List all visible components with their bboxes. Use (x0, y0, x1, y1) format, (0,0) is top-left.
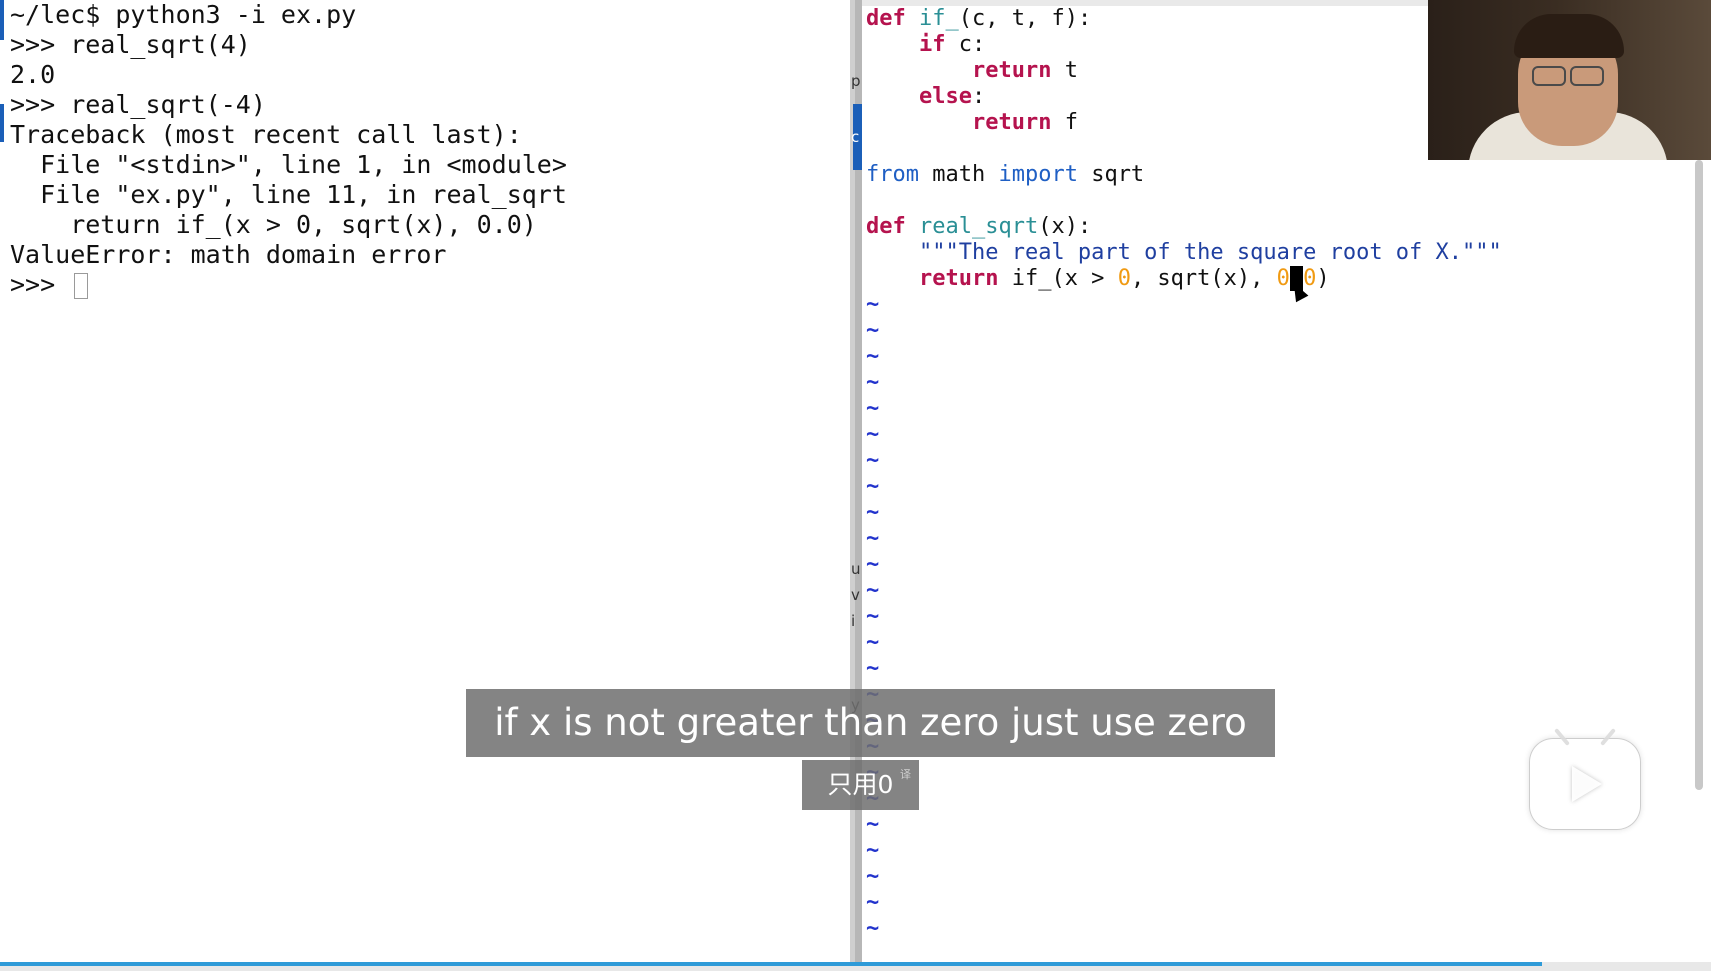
play-button[interactable] (1529, 728, 1641, 830)
glasses-icon (1532, 66, 1566, 86)
webcam-overlay (1428, 0, 1711, 160)
tilde-line-marker: ~ (866, 474, 880, 499)
divider-glyph: p (851, 72, 861, 90)
terminal-line: >>> real_sqrt(-4) (10, 90, 266, 119)
code-line: if c: (866, 32, 1502, 58)
tilde-line-marker: ~ (866, 396, 880, 421)
code-line: """The real part of the square root of X… (866, 240, 1502, 266)
code-line: def real_sqrt(x): (866, 214, 1502, 240)
tilde-line-marker: ~ (866, 578, 880, 603)
tilde-line-marker: ~ (866, 370, 880, 395)
terminal-prompt-line[interactable]: >>> (10, 270, 567, 300)
tilde-line-marker: ~ (866, 526, 880, 551)
tilde-line-marker: ~ (866, 292, 880, 317)
code-line: from math import sqrt (866, 162, 1502, 188)
code-text: f (1051, 110, 1078, 135)
keyword: return (971, 58, 1052, 83)
terminal-pane[interactable]: ~/lec$ python3 -i ex.py >>> real_sqrt(4)… (0, 0, 850, 962)
terminal-output: ~/lec$ python3 -i ex.py >>> real_sqrt(4)… (10, 0, 567, 300)
video-progress-fill (0, 962, 1542, 966)
tilde-line-marker: ~ (866, 448, 880, 473)
terminal-accent-bar (0, 104, 4, 142)
code-line: def if_(c, t, f): (866, 6, 1502, 32)
play-icon (1572, 766, 1602, 802)
keyword: return (918, 266, 999, 291)
tilde-line-marker: ~ (866, 630, 880, 655)
code-text: c: (945, 32, 986, 57)
empty-line-markers: ~~~~~~~~~~~~~~~~~~~~~~~~~ (866, 292, 1502, 942)
terminal-line: 2.0 (10, 60, 56, 89)
code-text: sqrt (1077, 162, 1145, 187)
keyword: from (866, 162, 919, 187)
tilde-line-marker: ~ (866, 916, 880, 941)
subtitle-english: if x is not greater than zero just use z… (466, 689, 1275, 757)
terminal-accent-bar (0, 0, 4, 40)
keyword: else (918, 84, 972, 109)
code-text: (x): (1038, 214, 1092, 239)
tilde-line-marker: ~ (866, 552, 880, 577)
divider-glyph: v (851, 586, 860, 604)
presenter-hair (1514, 14, 1624, 58)
tilde-line-marker: ~ (866, 604, 880, 629)
keyword: return (971, 110, 1052, 135)
tilde-line-marker: ~ (866, 760, 1502, 786)
terminal-line: File "ex.py", line 11, in real_sqrt (10, 180, 567, 209)
translation-mark: 译 (900, 768, 911, 781)
code-text: (c, t, f): (958, 6, 1092, 31)
terminal-line: Traceback (most recent call last): (10, 120, 522, 149)
keyword: import (998, 162, 1078, 187)
code-text: ) (1316, 266, 1330, 291)
terminal-line: ~/lec$ python3 -i ex.py (10, 0, 357, 29)
divider-glyph: u (851, 560, 861, 578)
function-name: if_ (919, 6, 959, 31)
video-progress-bar[interactable] (0, 962, 1711, 971)
terminal-line: File "<stdin>", line 1, in <module> (10, 150, 567, 179)
tilde-line-marker: ~ (866, 318, 880, 343)
code-text: math (918, 162, 999, 187)
tilde-line-marker: ~ (866, 864, 880, 889)
code-text: , sqrt(x), (1130, 266, 1277, 291)
code-line: else: (866, 84, 1502, 110)
tilde-line-marker: ~ (866, 812, 880, 837)
code-buffer[interactable]: def if_(c, t, f): if c: return t else: r… (866, 6, 1502, 942)
tilde-line-marker: ~ (866, 656, 880, 681)
tilde-line-marker: ~ (866, 838, 880, 863)
tilde-line-marker: ~ (866, 500, 880, 525)
code-text: : (971, 84, 986, 109)
glasses-icon (1570, 66, 1604, 86)
function-name: real_sqrt (919, 214, 1039, 239)
number-literal: 0 (1303, 266, 1317, 291)
terminal-line: return if_(x > 0, sqrt(x), 0.0) (10, 210, 537, 239)
terminal-line: >>> real_sqrt(4) (10, 30, 251, 59)
tilde-line-marker: ~ (866, 422, 880, 447)
code-text: if_(x > (998, 266, 1118, 291)
keyword: def (866, 6, 906, 31)
editor-scrollbar[interactable] (1695, 160, 1703, 790)
tilde-line-marker: ~ (866, 344, 880, 369)
terminal-prompt: >>> (10, 270, 71, 299)
number-literal: 0 (1117, 266, 1131, 291)
code-line: return if_(x > 0, sqrt(x), 0.0) (866, 266, 1502, 292)
divider-glyph: i (851, 612, 856, 630)
keyword: def (866, 214, 906, 239)
code-line: return t (866, 58, 1502, 84)
tilde-line-marker: ~ (866, 786, 1502, 812)
code-line: return f (866, 110, 1502, 136)
docstring: """The real part of the square root of X… (918, 240, 1502, 265)
terminal-line: ValueError: math domain error (10, 240, 447, 269)
keyword: if (918, 32, 946, 57)
tilde-line-marker: ~ (866, 890, 880, 915)
code-text: t (1051, 58, 1078, 83)
terminal-cursor (74, 273, 89, 299)
divider-glyph: c (851, 128, 860, 146)
